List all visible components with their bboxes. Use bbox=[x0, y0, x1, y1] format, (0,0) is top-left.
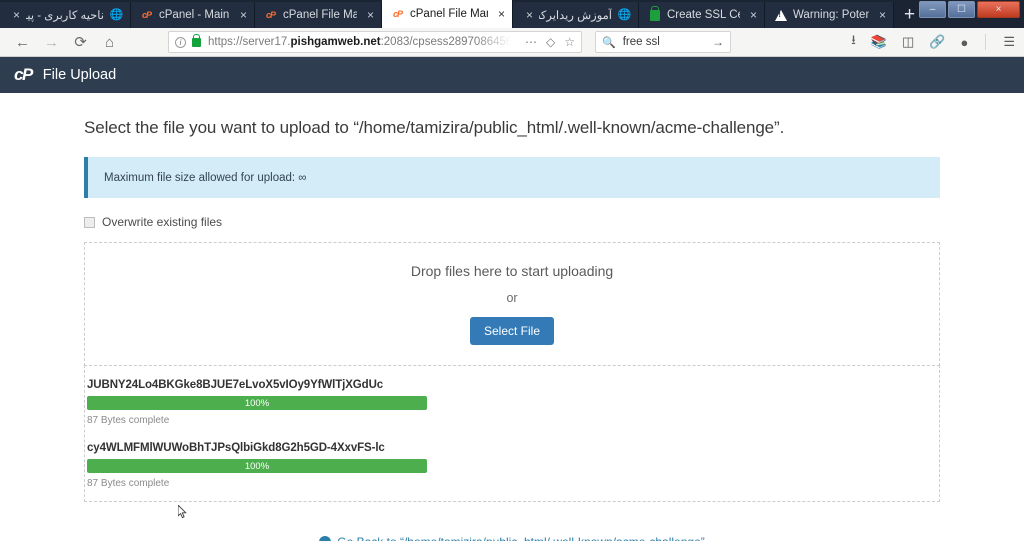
page-title: File Upload bbox=[42, 67, 117, 83]
upload-status: 87 Bytes complete bbox=[87, 415, 170, 426]
tab-close-icon[interactable]: × bbox=[522, 8, 533, 22]
upload-progress: 100% bbox=[87, 396, 427, 410]
dropzone-or-label: or bbox=[506, 291, 518, 305]
tab-title: آموزش ریدایرکت HTTP bbox=[539, 10, 612, 22]
tab-close-icon[interactable]: × bbox=[9, 8, 20, 22]
sidebar-icon[interactable]: ◫ bbox=[902, 34, 914, 50]
url-suffix: :2083/cpsess2897086456/frontend/pape bbox=[380, 36, 511, 48]
search-bar[interactable]: 🔍 free ssl → bbox=[595, 31, 731, 53]
select-file-button[interactable]: Select File bbox=[469, 317, 555, 345]
browser-tab-3[interactable]: cP cPanel File Manager × bbox=[255, 2, 382, 28]
browser-tab-7[interactable]: Warning: Potential S × bbox=[765, 2, 894, 28]
upload-status: 87 Bytes complete bbox=[87, 478, 170, 489]
search-input[interactable]: free ssl bbox=[623, 36, 660, 48]
upload-list: JUBNY24Lo4BKGke8BJUE7eLvoX5vIOy9YfWlTjXG… bbox=[84, 365, 940, 502]
back-arrow-icon: ← bbox=[319, 535, 332, 541]
cpanel-icon: cP bbox=[392, 8, 403, 19]
upload-progress-value: 100% bbox=[87, 459, 427, 473]
upload-item: JUBNY24Lo4BKGke8BJUE7eLvoX5vIOy9YfWlTjXG… bbox=[85, 379, 939, 426]
info-icon[interactable]: i bbox=[175, 36, 186, 48]
browser-toolbar: ← → ⟳ ⌂ i https://server17.pishgamweb.ne… bbox=[0, 28, 1024, 57]
tab-close-icon[interactable]: × bbox=[875, 8, 886, 22]
go-back-label: Go Back to “/home/tamizira/public_html/.… bbox=[337, 535, 704, 541]
url-domain: pishgamweb.net bbox=[290, 36, 381, 48]
search-submit-icon[interactable]: → bbox=[712, 35, 724, 49]
upload-heading: Select the file you want to upload to “/… bbox=[84, 118, 785, 137]
window-close-button[interactable]: × bbox=[977, 1, 1020, 18]
cpanel-icon: cP bbox=[141, 9, 152, 20]
globe-icon: 🌐 bbox=[617, 8, 632, 21]
browser-window: 🌐 ناحیه کاربری - پیشگام وب × cP cPanel -… bbox=[0, 0, 1024, 541]
mouse-cursor bbox=[178, 505, 187, 519]
tab-title: cPanel - Main bbox=[159, 9, 230, 21]
lock-icon bbox=[648, 5, 661, 22]
toolbar-divider bbox=[985, 34, 987, 50]
downloads-icon[interactable]: ⭳ bbox=[851, 31, 856, 53]
forward-icon[interactable]: → bbox=[38, 30, 65, 55]
cpanel-icon: cP bbox=[265, 9, 276, 20]
menu-icon[interactable]: ☰ bbox=[1003, 34, 1015, 50]
tab-title: ناحیه کاربری - پیشگام وب bbox=[26, 10, 104, 22]
tab-title: Warning: Potential S bbox=[793, 9, 869, 21]
go-back-link[interactable]: ← Go Back to “/home/tamizira/public_html… bbox=[319, 535, 705, 541]
search-icon: 🔍 bbox=[602, 36, 616, 49]
address-bar-actions: ⋯ ◇ ☆ bbox=[525, 35, 575, 49]
window-maximize-button[interactable]: ☐ bbox=[948, 1, 975, 18]
bookmark-star-icon[interactable]: ☆ bbox=[564, 35, 575, 49]
tab-title: cPanel File Manager bbox=[283, 9, 357, 21]
overwrite-label: Overwrite existing files bbox=[102, 215, 223, 229]
upload-filename: JUBNY24Lo4BKGke8BJUE7eLvoX5vIOy9YfWlTjXG… bbox=[87, 379, 384, 391]
reload-icon[interactable]: ⟳ bbox=[67, 30, 94, 55]
tab-close-icon[interactable]: × bbox=[363, 8, 374, 22]
overwrite-checkbox-row[interactable]: Overwrite existing files bbox=[84, 215, 940, 229]
url-text: https://server17.pishgamweb.net:2083/cps… bbox=[208, 36, 511, 48]
upload-progress: 100% bbox=[87, 459, 427, 473]
dropzone-title: Drop files here to start uploading bbox=[410, 263, 614, 279]
globe-icon: 🌐 bbox=[109, 8, 124, 21]
secure-lock-icon bbox=[192, 34, 201, 47]
library-icon[interactable]: 📚 bbox=[871, 34, 887, 50]
page-content: Select the file you want to upload to “/… bbox=[0, 93, 1024, 541]
warning-icon bbox=[774, 9, 787, 22]
page-actions-icon[interactable]: ⋯ bbox=[525, 35, 537, 49]
browser-tab-2[interactable]: cP cPanel - Main × bbox=[131, 2, 255, 28]
browser-tab-4-active[interactable]: cP cPanel File Manager × bbox=[382, 0, 513, 28]
sync-icon[interactable]: 🔗 bbox=[929, 34, 945, 50]
account-icon[interactable]: ● bbox=[960, 35, 968, 50]
tab-close-icon[interactable]: × bbox=[746, 8, 757, 22]
upload-filename: cy4WLMFMlWUWoBhTJPsQlbiGkd8G2h5GD-4XxvFS… bbox=[87, 442, 385, 454]
browser-tool-icons: ⭳ 📚 ◫ 🔗 ● ☰ bbox=[851, 31, 1015, 53]
upload-item: cy4WLMFMlWUWoBhTJPsQlbiGkd8G2h5GD-4XxvFS… bbox=[85, 442, 939, 489]
browser-tab-strip: 🌐 ناحیه کاربری - پیشگام وب × cP cPanel -… bbox=[0, 0, 1024, 28]
browser-tab-6[interactable]: Create SSL Certificate × bbox=[639, 2, 765, 28]
pocket-icon[interactable]: ◇ bbox=[546, 35, 555, 49]
tab-close-icon[interactable]: × bbox=[494, 7, 505, 21]
home-icon[interactable]: ⌂ bbox=[96, 30, 123, 55]
cpanel-header: cP File Upload bbox=[0, 57, 1024, 93]
back-icon[interactable]: ← bbox=[9, 30, 36, 55]
file-dropzone[interactable]: Drop files here to start uploading or Se… bbox=[84, 242, 940, 366]
tab-title: Create SSL Certificate bbox=[667, 9, 740, 21]
tab-close-icon[interactable]: × bbox=[236, 8, 247, 22]
overwrite-checkbox[interactable] bbox=[84, 216, 95, 228]
address-bar[interactable]: i https://server17.pishgamweb.net:2083/c… bbox=[168, 31, 582, 53]
window-minimize-button[interactable]: – bbox=[919, 1, 946, 18]
cpanel-logo-icon: cP bbox=[14, 65, 33, 84]
tab-title: cPanel File Manager bbox=[410, 8, 488, 20]
window-controls: – ☐ × bbox=[919, 1, 1020, 18]
browser-tab-5[interactable]: 🌐 آموزش ریدایرکت HTTP × bbox=[513, 2, 639, 28]
go-back-row: ← Go Back to “/home/tamizira/public_html… bbox=[0, 533, 1024, 541]
upload-progress-value: 100% bbox=[87, 396, 427, 410]
url-prefix: https://server17. bbox=[208, 36, 291, 48]
browser-tab-1[interactable]: 🌐 ناحیه کاربری - پیشگام وب × bbox=[0, 2, 131, 28]
max-filesize-alert: Maximum file size allowed for upload: ∞ bbox=[84, 157, 940, 198]
